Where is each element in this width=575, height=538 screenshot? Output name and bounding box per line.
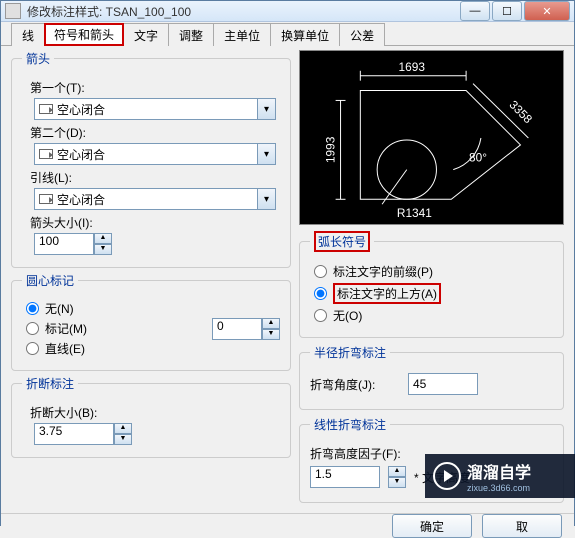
play-icon: [433, 462, 461, 490]
arc-none-radio[interactable]: 无(O): [314, 307, 553, 324]
second-arrow-value: 空心闭合: [57, 146, 105, 163]
left-column: 箭头 第一个(T): 空心闭合 第二个(D): 空心闭合 引线(L): 空心闭合…: [11, 50, 291, 503]
window-title: 修改标注样式: TSAN_100_100: [27, 3, 458, 20]
window-controls: — ☐ ✕: [458, 1, 570, 21]
jog-factor-spinner: ▲ ▼: [388, 466, 406, 488]
center-mark-spinner: ▲ ▼: [262, 318, 280, 340]
tab-content: 箭头 第一个(T): 空心闭合 第二个(D): 空心闭合 引线(L): 空心闭合…: [1, 46, 574, 513]
chevron-down-icon[interactable]: [258, 98, 276, 120]
break-dim-group: 折断标注 折断大小(B): 3.75 ▲ ▼: [11, 375, 291, 458]
second-arrow-dropdown[interactable]: 空心闭合: [34, 143, 276, 165]
arc-symbol-group: 弧长符号 标注文字的前缀(P) 标注文字的上方(A) 无(O): [299, 231, 564, 338]
watermark-sub: zixue.3d66.com: [467, 483, 531, 493]
dim-left: 1993: [324, 136, 338, 163]
arrows-legend: 箭头: [22, 50, 54, 67]
dialog-window: 修改标注样式: TSAN_100_100 — ☐ ✕ 线 符号和箭头 文字 调整…: [0, 0, 575, 526]
close-button[interactable]: ✕: [524, 1, 570, 21]
spinner-down-icon[interactable]: ▼: [262, 329, 280, 340]
jog-angle-input[interactable]: 45: [408, 373, 478, 395]
break-size-input[interactable]: 3.75: [34, 423, 114, 445]
arrow-size-spinner: ▲ ▼: [94, 233, 112, 255]
title-bar: 修改标注样式: TSAN_100_100 — ☐ ✕: [1, 1, 574, 22]
radio-label: 标注文字的上方(A): [333, 283, 441, 304]
first-arrow-label: 第一个(T):: [30, 79, 280, 96]
dim-angle: 80°: [469, 151, 487, 165]
leader-arrow-dropdown[interactable]: 空心闭合: [34, 188, 276, 210]
chevron-down-icon[interactable]: [258, 188, 276, 210]
center-mark-group: 圆心标记 无(N) 标记(M) 直线(E) 0 ▲ ▼: [11, 272, 291, 371]
arrow-style-icon: [39, 194, 53, 204]
arrow-style-icon: [39, 149, 53, 159]
arrow-style-icon: [39, 104, 53, 114]
radio-label: 无(O): [333, 307, 362, 324]
radio-label: 标记(M): [45, 320, 87, 337]
break-size-spinner: ▲ ▼: [114, 423, 132, 445]
tab-symbols-arrows[interactable]: 符号和箭头: [44, 23, 124, 46]
radio-label: 直线(E): [45, 340, 85, 357]
spinner-up-icon[interactable]: ▲: [94, 233, 112, 244]
ok-button[interactable]: 确定: [392, 514, 472, 538]
arc-prefix-radio[interactable]: 标注文字的前缀(P): [314, 263, 553, 280]
radio-label: 无(N): [45, 300, 74, 317]
spinner-up-icon[interactable]: ▲: [388, 466, 406, 477]
spinner-down-icon[interactable]: ▼: [94, 244, 112, 255]
watermark-main: 溜溜自学: [467, 459, 531, 483]
dim-top: 1693: [399, 60, 426, 74]
leader-arrow-value: 空心闭合: [57, 191, 105, 208]
radio-label: 标注文字的前缀(P): [333, 263, 433, 280]
preview-pane: 1693 1993 R1341 80° 3358: [299, 50, 564, 225]
spinner-down-icon[interactable]: ▼: [114, 434, 132, 445]
chevron-down-icon[interactable]: [258, 143, 276, 165]
dim-radius: R1341: [397, 206, 432, 220]
jog-factor-input[interactable]: 1.5: [310, 466, 380, 488]
cancel-button[interactable]: 取: [482, 514, 562, 538]
second-arrow-label: 第二个(D):: [30, 124, 280, 141]
tab-tolerances[interactable]: 公差: [339, 23, 385, 46]
tab-fit[interactable]: 调整: [168, 23, 214, 46]
tab-bar: 线 符号和箭头 文字 调整 主单位 换算单位 公差: [1, 22, 574, 46]
tab-text[interactable]: 文字: [123, 23, 169, 46]
arrow-size-input[interactable]: 100: [34, 233, 94, 255]
center-mark-line[interactable]: 直线(E): [26, 340, 212, 357]
break-size-label: 折断大小(B):: [30, 404, 280, 421]
arrows-group: 箭头 第一个(T): 空心闭合 第二个(D): 空心闭合 引线(L): 空心闭合…: [11, 50, 291, 268]
maximize-button[interactable]: ☐: [492, 1, 522, 21]
tab-primary-units[interactable]: 主单位: [213, 23, 271, 46]
spinner-down-icon[interactable]: ▼: [388, 477, 406, 488]
jog-angle-label: 折弯角度(J):: [310, 376, 400, 393]
minimize-button[interactable]: —: [460, 1, 490, 21]
dim-right: 3358: [506, 98, 535, 127]
radius-jog-group: 半径折弯标注 折弯角度(J): 45: [299, 344, 564, 410]
spinner-up-icon[interactable]: ▲: [114, 423, 132, 434]
center-mark-none[interactable]: 无(N): [26, 300, 212, 317]
radius-jog-legend: 半径折弯标注: [310, 344, 390, 361]
first-arrow-value: 空心闭合: [57, 101, 105, 118]
app-icon: [5, 3, 21, 19]
leader-arrow-label: 引线(L):: [30, 169, 280, 186]
break-dim-legend: 折断标注: [22, 375, 78, 392]
arc-symbol-legend: 弧长符号: [314, 231, 370, 252]
arc-above-radio[interactable]: 标注文字的上方(A): [314, 283, 553, 304]
tab-line[interactable]: 线: [11, 23, 45, 46]
center-mark-size-input[interactable]: 0: [212, 318, 262, 340]
right-column: 1693 1993 R1341 80° 3358 弧长符号 标注文字的前: [299, 50, 564, 503]
first-arrow-dropdown[interactable]: 空心闭合: [34, 98, 276, 120]
arrow-size-label: 箭头大小(I):: [30, 214, 280, 231]
center-mark-mark[interactable]: 标记(M): [26, 320, 212, 337]
watermark: 溜溜自学 zixue.3d66.com: [425, 454, 575, 498]
linear-jog-legend: 线性折弯标注: [310, 416, 390, 433]
tab-alternate-units[interactable]: 换算单位: [270, 23, 340, 46]
center-mark-legend: 圆心标记: [22, 272, 78, 289]
spinner-up-icon[interactable]: ▲: [262, 318, 280, 329]
